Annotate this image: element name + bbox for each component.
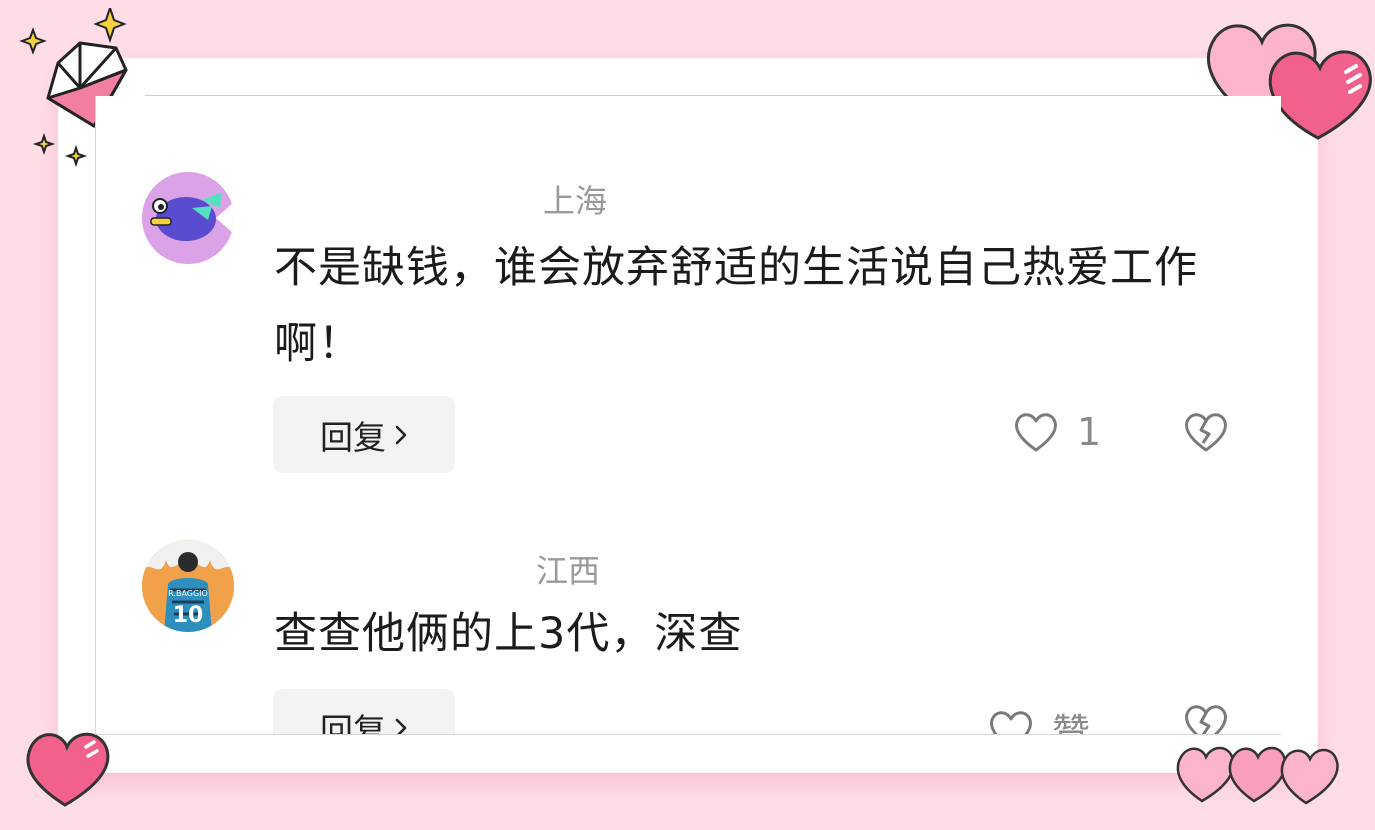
- comment-text: 不是缺钱，谁会放弃舒适的生活说自己热爱工作啊！: [274, 243, 1198, 369]
- avatar[interactable]: [142, 172, 234, 264]
- comment-list: 上海 不是缺钱，谁会放弃舒适的生活说自己热爱工作啊！ 回复 1 R.BAGGIO…: [95, 96, 1281, 735]
- like-button[interactable]: 赞: [988, 702, 1091, 735]
- comment-location: 上海: [543, 182, 608, 220]
- comment-location: 江西: [536, 552, 601, 590]
- dislike-button[interactable]: [1182, 410, 1230, 454]
- player-avatar-icon: R.BAGGIO 10: [142, 540, 234, 632]
- like-button[interactable]: 1: [1013, 410, 1101, 454]
- chevron-right-icon: [395, 718, 407, 734]
- reply-label: 回复: [320, 710, 386, 735]
- chevron-right-icon: [395, 425, 407, 444]
- like-count: 赞: [1052, 711, 1091, 735]
- heart-sticker: [26, 732, 110, 807]
- heart-outline-icon: [990, 710, 1032, 734]
- reply-button[interactable]: 回复: [273, 396, 455, 473]
- reply-label: 回复: [320, 417, 386, 457]
- svg-text:R.BAGGIO: R.BAGGIO: [168, 589, 208, 598]
- hearts-sticker: [1176, 746, 1339, 805]
- fish-avatar-icon: [142, 172, 234, 264]
- svg-text:10: 10: [173, 603, 204, 628]
- dislike-button[interactable]: [1182, 702, 1230, 734]
- like-count: 1: [1077, 410, 1102, 454]
- reply-button[interactable]: 回复: [273, 689, 455, 735]
- broken-heart-icon: [1185, 413, 1227, 452]
- comment-text: 查查他俩的上3代，深查: [274, 609, 743, 659]
- avatar[interactable]: R.BAGGIO 10: [142, 540, 234, 632]
- broken-heart-icon: [1185, 705, 1227, 734]
- heart-outline-icon: [1015, 413, 1057, 452]
